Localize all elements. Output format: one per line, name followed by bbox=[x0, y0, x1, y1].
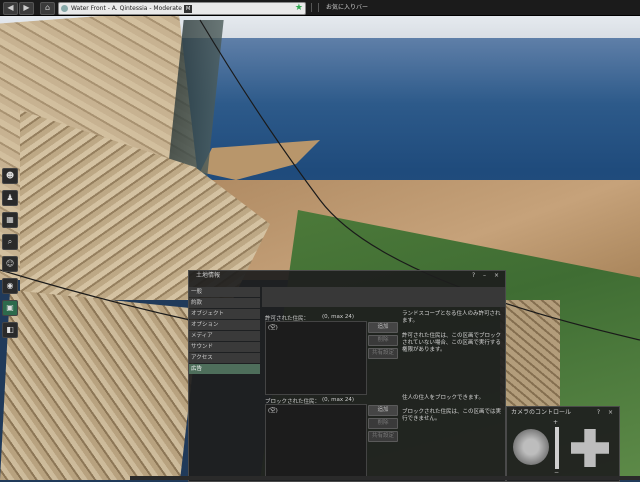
favorite-star-icon[interactable]: ★ bbox=[295, 3, 303, 14]
thatched-roof bbox=[500, 300, 560, 410]
bottom-toolbar bbox=[130, 476, 640, 480]
zoom-slider[interactable] bbox=[555, 427, 559, 469]
location-bar[interactable]: Water Front - A. Qintessia - Moderate M ★ bbox=[58, 2, 306, 15]
people-icon[interactable]: ☻ bbox=[2, 168, 18, 184]
maturity-badge: M bbox=[183, 5, 193, 13]
banned-help-1: 住人の住人をブロックできます。 bbox=[402, 395, 484, 401]
tab-options[interactable]: オプション bbox=[189, 320, 260, 330]
allowed-list[interactable]: (空) bbox=[265, 321, 367, 395]
tab-access[interactable]: アクセス bbox=[189, 353, 260, 363]
camera-pan-control[interactable] bbox=[571, 429, 609, 467]
map-icon[interactable]: ◧ bbox=[2, 322, 18, 338]
banned-help-2: ブロックされた住民は、この区画では実行できません。 bbox=[402, 409, 502, 422]
destinations-icon[interactable]: ◉ bbox=[2, 278, 18, 294]
allowed-share-button[interactable]: 共有設定 bbox=[368, 348, 398, 359]
banned-add-button[interactable]: 追加 bbox=[368, 405, 398, 416]
banned-share-button[interactable]: 共有設定 bbox=[368, 431, 398, 442]
allowed-remove-button[interactable]: 削除 bbox=[368, 335, 398, 346]
tab-ads[interactable]: 広告 bbox=[189, 364, 260, 374]
divider bbox=[318, 3, 319, 12]
allowed-help-2: 許可された住民は、この区画でブロックされていない場合、この区画で実行する権限があ… bbox=[402, 333, 502, 353]
back-arrow-icon[interactable]: ◀ bbox=[3, 2, 18, 15]
window-controls[interactable]: ? – × bbox=[472, 271, 502, 281]
thatched-roof bbox=[0, 290, 200, 480]
appearance-icon[interactable]: ♟ bbox=[2, 190, 18, 206]
access-panel: 許可された住民： (0, max 24) (空) 追加 削除 共有設定 ランドス… bbox=[262, 311, 505, 481]
list-item[interactable]: (空) bbox=[266, 322, 366, 332]
tab-list: 一般 約款 オブジェクト オプション メディア サウンド アクセス 広告 bbox=[189, 287, 260, 375]
divider bbox=[311, 3, 312, 12]
banned-count: (0, max 24) bbox=[322, 397, 355, 403]
tab-general[interactable]: 一般 bbox=[189, 287, 260, 297]
window-controls[interactable]: ? × bbox=[597, 407, 616, 418]
left-toolbar: ☻ ♟ ▦ ⌕ ☺ ◉ ▣ ◧ bbox=[2, 168, 18, 344]
location-text: Water Front - A. Qintessia - Moderate M bbox=[71, 5, 193, 13]
zoom-out-button[interactable]: − bbox=[554, 469, 559, 476]
parcel-info-icon[interactable] bbox=[61, 5, 68, 12]
allowed-count: (0, max 24) bbox=[322, 314, 355, 320]
forward-arrow-icon[interactable]: ▶ bbox=[19, 2, 34, 15]
inventory-icon[interactable]: ▦ bbox=[2, 212, 18, 228]
banned-list[interactable]: (空) bbox=[265, 404, 367, 478]
camera-orbit-control[interactable] bbox=[513, 429, 549, 465]
navigation-bar: ◀ ▶ ⌂ Water Front - A. Qintessia - Moder… bbox=[0, 0, 640, 16]
window-title: 土地情報 bbox=[196, 272, 221, 279]
window-titlebar[interactable]: カメラのコントロール ? × bbox=[507, 407, 619, 418]
home-icon[interactable]: ⌂ bbox=[40, 2, 55, 15]
camera-icon[interactable]: ▣ bbox=[2, 300, 18, 316]
tab-sound[interactable]: サウンド bbox=[189, 342, 260, 352]
panel-header bbox=[262, 287, 505, 307]
about-land-window: 土地情報 ? – × 一般 約款 オブジェクト オプション メディア サウンド … bbox=[188, 270, 506, 482]
window-titlebar[interactable]: 土地情報 ? – × bbox=[189, 271, 505, 281]
allowed-add-button[interactable]: 追加 bbox=[368, 322, 398, 333]
tab-objects[interactable]: オブジェクト bbox=[189, 309, 260, 319]
tab-covenant[interactable]: 約款 bbox=[189, 298, 260, 308]
favorites-bar-label[interactable]: お気に入りバー bbox=[326, 3, 368, 12]
window-title: カメラのコントロール bbox=[511, 409, 572, 416]
allowed-help-1: ランドスコープとなる住人のみ許可されます。 bbox=[402, 311, 501, 324]
tab-media[interactable]: メディア bbox=[189, 331, 260, 341]
banned-remove-button[interactable]: 削除 bbox=[368, 418, 398, 429]
zoom-in-button[interactable]: + bbox=[553, 419, 558, 426]
speak-icon[interactable]: ☺ bbox=[2, 256, 18, 272]
list-item[interactable]: (空) bbox=[266, 405, 366, 415]
search-icon[interactable]: ⌕ bbox=[2, 234, 18, 250]
camera-controls-window: カメラのコントロール ? × + − bbox=[506, 406, 620, 482]
